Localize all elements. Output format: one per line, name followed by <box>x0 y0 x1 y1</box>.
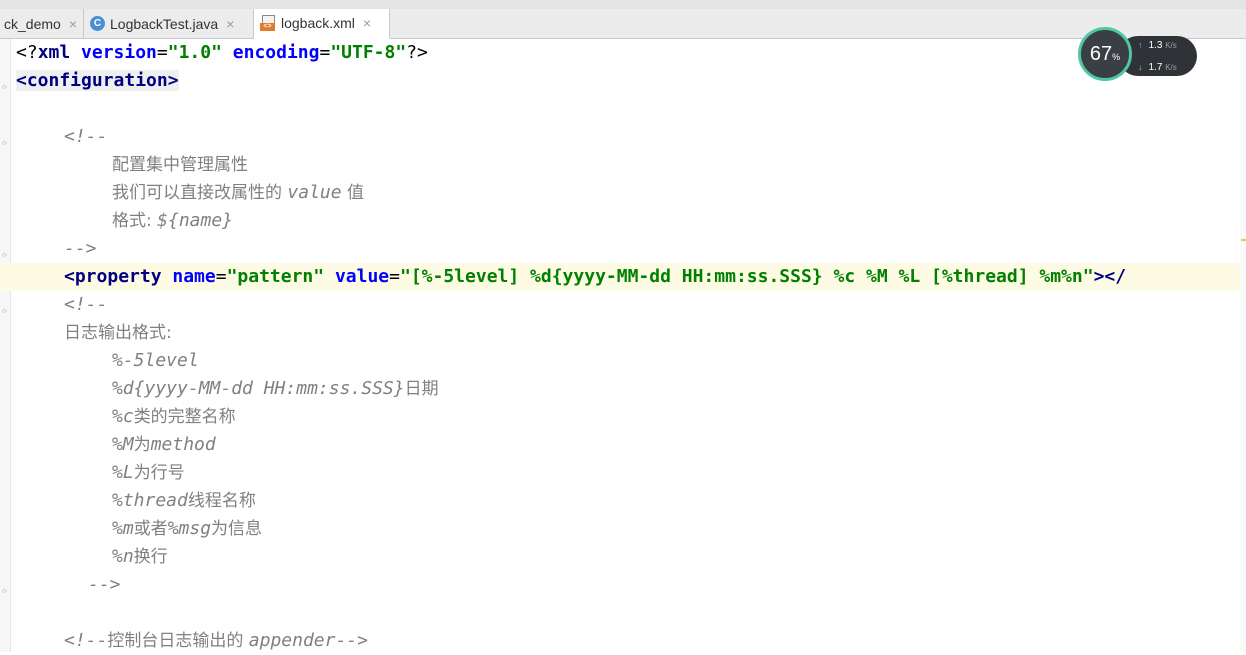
tab-label: LogbackTest.java <box>110 15 219 32</box>
code-editor[interactable]: ◇ ◇ ◇ ◇ ◇ <?xml version="1.0" encoding="… <box>0 39 1246 652</box>
code-line-16: %L为行号 <box>112 462 185 483</box>
code-line-19: %n换行 <box>112 546 168 567</box>
code-line-1: <?xml version="1.0" encoding="UTF-8"?> <box>16 42 428 63</box>
memory-gauge: 67% <box>1078 27 1132 81</box>
close-icon[interactable]: × <box>226 16 234 32</box>
code-line-6: 我们可以直接改属性的 value 值 <box>112 182 364 203</box>
code-line-10: <!-- <box>64 294 108 315</box>
editor-scrollbar[interactable] <box>1240 39 1246 652</box>
close-icon[interactable]: × <box>69 16 77 32</box>
code-line-5: 配置集中管理属性 <box>112 155 248 175</box>
editor-tab-bar: ck_demo × C LogbackTest.java × <> logbac… <box>0 9 1246 39</box>
code-line-8: --> <box>64 238 97 259</box>
code-line-12: %-5level <box>112 350 199 371</box>
network-speed-widget[interactable]: 67% ↑ 1.3 K/s ↓ 1.7 K/s <box>1078 27 1197 85</box>
code-line-17: %thread线程名称 <box>112 490 256 511</box>
tab-logback-xml[interactable]: <> logback.xml × <box>254 9 390 39</box>
scroll-marker <box>1241 239 1246 241</box>
tab-label: logback.xml <box>281 15 355 31</box>
download-arrow-icon: ↓ <box>1138 62 1143 72</box>
tab-label: ck_demo <box>4 15 61 32</box>
tab-ck-demo[interactable]: ck_demo × <box>0 9 84 38</box>
code-line-14: %c类的完整名称 <box>112 406 236 427</box>
code-line-11: 日志输出格式: <box>64 323 172 343</box>
tab-logbacktest-java[interactable]: C LogbackTest.java × <box>84 9 254 38</box>
upload-rate: ↑ 1.3 K/s <box>1138 40 1177 51</box>
code-line-7: 格式: ${name} <box>112 210 233 231</box>
code-line-22: <!--控制台日志输出的 appender--> <box>64 630 368 651</box>
code-line-15: %M为method <box>112 434 216 455</box>
code-line-18: %m或者%msg为信息 <box>112 518 263 539</box>
close-icon[interactable]: × <box>363 15 371 31</box>
java-class-icon: C <box>90 16 105 31</box>
code-line-13: %d{yyyy-MM-dd HH:mm:ss.SSS}日期 <box>112 378 439 399</box>
code-line-9-current: <property name="pattern" value="[%-5leve… <box>0 263 1246 291</box>
memory-percent: 67 <box>1089 42 1113 65</box>
upload-arrow-icon: ↑ <box>1138 40 1143 50</box>
code-line-20: --> <box>88 574 121 595</box>
code-line-4: <!-- <box>64 126 108 147</box>
download-rate: ↓ 1.7 K/s <box>1138 62 1177 73</box>
xml-file-icon: <> <box>260 15 276 31</box>
code-line-2: <configuration> <box>16 70 179 91</box>
